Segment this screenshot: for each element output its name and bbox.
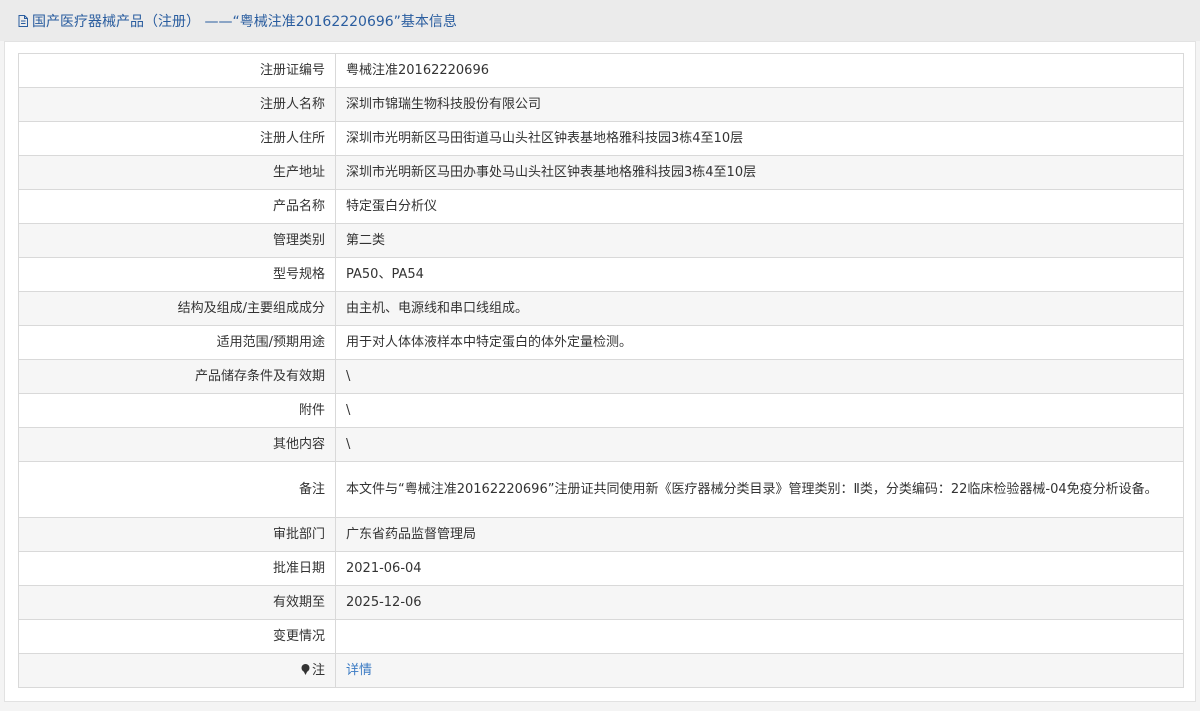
row-label: 注册人名称	[18, 87, 336, 122]
row-value: PA50、PA54	[335, 257, 1184, 292]
table-row: 注册人住所 深圳市光明新区马田街道马山头社区钟表基地格雅科技园3栋4至10层	[18, 121, 1184, 156]
pin-icon	[301, 663, 310, 675]
table-row: 注册人名称 深圳市锦瑞生物科技股份有限公司	[18, 87, 1184, 122]
table-row: 批准日期 2021-06-04	[18, 551, 1184, 586]
title-bar: 国产医疗器械产品（注册） ——“粤械注准20162220696”基本信息	[0, 0, 1200, 41]
row-value: \	[335, 393, 1184, 428]
row-label: 产品储存条件及有效期	[18, 359, 336, 394]
note-label-cell: 注	[18, 653, 336, 688]
row-value: 本文件与“粤械注准20162220696”注册证共同使用新《医疗器械分类目录》管…	[335, 461, 1184, 518]
row-label: 有效期至	[18, 585, 336, 620]
row-value: 由主机、电源线和串口线组成。	[335, 291, 1184, 326]
table-row: 备注 本文件与“粤械注准20162220696”注册证共同使用新《医疗器械分类目…	[18, 461, 1184, 518]
row-label: 其他内容	[18, 427, 336, 462]
table-row: 产品名称 特定蛋白分析仪	[18, 189, 1184, 224]
row-label: 产品名称	[18, 189, 336, 224]
table-row: 附件 \	[18, 393, 1184, 428]
row-value: 粤械注准20162220696	[335, 53, 1184, 88]
row-label: 审批部门	[18, 517, 336, 552]
row-value: 深圳市光明新区马田街道马山头社区钟表基地格雅科技园3栋4至10层	[335, 121, 1184, 156]
table-row: 适用范围/预期用途 用于对人体体液样本中特定蛋白的体外定量检测。	[18, 325, 1184, 360]
table-row: 产品储存条件及有效期 \	[18, 359, 1184, 394]
row-value	[335, 619, 1184, 654]
table-row: 变更情况	[18, 619, 1184, 654]
row-label: 备注	[18, 461, 336, 518]
row-value: 广东省药品监督管理局	[335, 517, 1184, 552]
table-row: 有效期至 2025-12-06	[18, 585, 1184, 620]
note-row: 注 详情	[18, 653, 1184, 688]
table-row: 型号规格 PA50、PA54	[18, 257, 1184, 292]
row-value: 2021-06-04	[335, 551, 1184, 586]
table-row: 管理类别 第二类	[18, 223, 1184, 258]
row-value: 深圳市光明新区马田办事处马山头社区钟表基地格雅科技园3栋4至10层	[335, 155, 1184, 190]
row-value: 2025-12-06	[335, 585, 1184, 620]
page-title: 国产医疗器械产品（注册） ——“粤械注准20162220696”基本信息	[32, 13, 457, 30]
info-panel: 注册证编号 粤械注准20162220696 注册人名称 深圳市锦瑞生物科技股份有…	[4, 41, 1196, 702]
table-row: 注册证编号 粤械注准20162220696	[18, 53, 1184, 88]
row-label: 变更情况	[18, 619, 336, 654]
row-value: 第二类	[335, 223, 1184, 258]
table-row: 生产地址 深圳市光明新区马田办事处马山头社区钟表基地格雅科技园3栋4至10层	[18, 155, 1184, 190]
row-label: 生产地址	[18, 155, 336, 190]
table-row: 结构及组成/主要组成成分 由主机、电源线和串口线组成。	[18, 291, 1184, 326]
row-label: 型号规格	[18, 257, 336, 292]
row-value: \	[335, 427, 1184, 462]
info-table: 注册证编号 粤械注准20162220696 注册人名称 深圳市锦瑞生物科技股份有…	[18, 53, 1184, 688]
row-value: \	[335, 359, 1184, 394]
row-label: 附件	[18, 393, 336, 428]
details-link[interactable]: 详情	[346, 663, 372, 678]
page: 国产医疗器械产品（注册） ——“粤械注准20162220696”基本信息 注册证…	[0, 0, 1200, 711]
row-value: 深圳市锦瑞生物科技股份有限公司	[335, 87, 1184, 122]
row-label: 适用范围/预期用途	[18, 325, 336, 360]
note-label: 注	[311, 662, 325, 678]
note-value-cell: 详情	[335, 653, 1184, 688]
row-label: 注册人住所	[18, 121, 336, 156]
table-row: 审批部门 广东省药品监督管理局	[18, 517, 1184, 552]
row-label: 注册证编号	[18, 53, 336, 88]
row-label: 批准日期	[18, 551, 336, 586]
row-value: 用于对人体体液样本中特定蛋白的体外定量检测。	[335, 325, 1184, 360]
table-row: 其他内容 \	[18, 427, 1184, 462]
document-icon	[18, 14, 28, 27]
row-label: 结构及组成/主要组成成分	[18, 291, 336, 326]
row-label: 管理类别	[18, 223, 336, 258]
row-value: 特定蛋白分析仪	[335, 189, 1184, 224]
